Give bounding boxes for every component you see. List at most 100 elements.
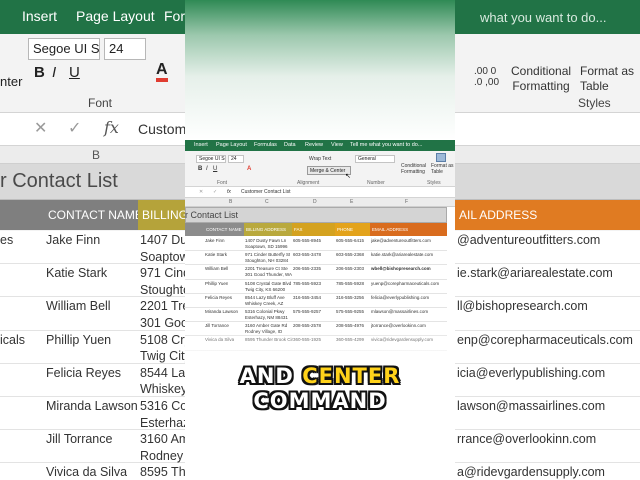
row-cell-email[interactable]: ie.stark@ariarealestate.com xyxy=(457,266,613,280)
mini-cell-phone[interactable]: 206-555-2303 xyxy=(336,266,364,272)
mini-cell-email[interactable]: katie.stark@ariarealestate.com xyxy=(371,252,433,258)
mini-font-size[interactable]: 24 xyxy=(228,155,244,163)
mini-number-format[interactable]: General xyxy=(355,155,395,163)
row-cell-contact-name[interactable]: Felicia Reyes xyxy=(46,366,121,380)
row-cell-email[interactable]: enp@corepharmaceuticals.com xyxy=(457,333,633,347)
mini-cell-billing-address[interactable]: 1407 Dusty Fawn Ln Soaptown, SD 15996 xyxy=(245,238,288,250)
mini-cell-email[interactable]: yuenp@corepharmaceuticals.com xyxy=(371,281,439,287)
mini-cell-fax[interactable]: 208-555-2578 xyxy=(293,323,321,329)
row-cell-contact-name[interactable]: Jill Torrance xyxy=(46,432,112,446)
mini-cell-fax[interactable]: 603-555-3478 xyxy=(293,252,321,258)
font-color-button[interactable]: A xyxy=(156,62,168,82)
mini-header-email[interactable]: EMAIL ADDRESS xyxy=(370,223,447,236)
bold-button[interactable]: B xyxy=(34,64,45,81)
row-cell-billing-address[interactable]: 8544 Laz xyxy=(140,366,191,380)
mini-cell-billing-address[interactable]: 5108 Crystal Gate Blvd Twig City, KS 662… xyxy=(245,281,291,293)
format-as-table-button[interactable]: Format as Table xyxy=(580,64,634,94)
mini-cell-contact-name[interactable]: Phillip Yuen xyxy=(205,281,228,287)
row-cell-contact-name[interactable]: Miranda Lawson xyxy=(46,399,138,413)
mini-cell-billing-address[interactable]: 2201 Treasure Ct Ste 301 Good Thunder, W… xyxy=(245,266,292,278)
mini-col-b[interactable]: B xyxy=(229,199,232,205)
row-cell-billing-address[interactable]: 5108 Cry xyxy=(140,333,191,347)
mini-wrap-text[interactable]: Wrap Text xyxy=(309,156,331,162)
mini-cell-fax[interactable]: 206-555-2335 xyxy=(293,266,321,272)
row-cell-email[interactable]: rrance@overlookinn.com xyxy=(457,432,596,446)
row-cell-email[interactable]: @adventureoutfitters.com xyxy=(457,233,600,247)
tell-me-search[interactable]: what you want to do... xyxy=(480,10,606,25)
header-cell-blank[interactable] xyxy=(0,200,44,230)
insert-function-icon[interactable]: fx xyxy=(104,118,119,137)
mini-cell-contact-name[interactable]: Felicia Reyes xyxy=(205,295,232,301)
mini-fx-icon[interactable]: fx xyxy=(227,189,231,195)
header-contact-name[interactable]: CONTACT NAME xyxy=(44,200,138,230)
sheet-title[interactable]: r Contact List xyxy=(0,170,118,193)
mini-formula-value[interactable]: Customer Contact List xyxy=(241,189,290,195)
header-billing-address[interactable]: BILLING A xyxy=(138,200,185,230)
mini-italic-button[interactable]: I xyxy=(206,166,208,172)
mini-cell-contact-name[interactable]: William Bell xyxy=(205,266,228,272)
row-cell-email[interactable]: lawson@massairlines.com xyxy=(457,399,605,413)
mini-cell-billing-address[interactable]: 971 Cinder Butterfly St Stoughton, NH 03… xyxy=(245,252,290,264)
mini-cell-billing-address[interactable]: 5316 Colonial Pkwy Esterhazy, NM 88431 xyxy=(245,309,288,321)
mini-cell-phone[interactable]: 603-555-2368 xyxy=(336,252,364,258)
header-email-address[interactable]: AIL ADDRESS xyxy=(455,200,640,230)
tab-page-layout[interactable]: Page Layout xyxy=(76,8,155,24)
mini-bold-button[interactable]: B xyxy=(198,166,202,172)
mini-cell-phone[interactable]: 208-555-4976 xyxy=(336,323,364,329)
mini-cell-email[interactable]: mlawson@massairlines.com xyxy=(371,309,428,315)
mini-conditional-formatting[interactable]: Conditional Formatting xyxy=(401,163,426,175)
mini-header-blank[interactable] xyxy=(185,223,204,236)
mini-cell-email[interactable]: wbell@bishopresearch.com xyxy=(371,266,431,272)
mini-cell-billing-address[interactable]: 8544 Lazy Bluff Ave Whiskey Creek, AZ xyxy=(245,295,285,307)
mini-cell-fax[interactable]: 605-555-8945 xyxy=(293,238,321,244)
mini-cell-fax[interactable]: 316-555-3454 xyxy=(293,295,321,301)
mini-header-billing-address[interactable]: BILLING ADDRESS xyxy=(244,223,292,236)
decimal-buttons[interactable]: .00 0 .0 ,00 xyxy=(474,66,499,88)
mini-col-f[interactable]: F xyxy=(405,199,408,205)
enter-icon[interactable]: ✓ xyxy=(68,118,81,138)
mini-tab-formulas[interactable]: Formulas xyxy=(254,142,277,148)
mini-cell-email[interactable]: felicia@everlypublishing.com xyxy=(371,295,429,301)
mini-tab-data[interactable]: Data xyxy=(284,142,296,148)
mini-tab-insert[interactable]: Insert xyxy=(194,142,208,148)
mini-format-as-table[interactable]: Format as Table xyxy=(431,163,454,175)
mini-cell-contact-name[interactable]: Miranda Lawson xyxy=(205,309,238,315)
italic-button[interactable]: I xyxy=(52,64,56,81)
mini-cell-phone[interactable]: 316-555-3256 xyxy=(336,295,364,301)
mini-tab-review[interactable]: Review xyxy=(305,142,323,148)
mini-cell-phone[interactable]: 575-555-9255 xyxy=(336,309,364,315)
mini-tab-page-layout[interactable]: Page Layout xyxy=(216,142,247,148)
font-size-box[interactable]: 24 xyxy=(104,38,146,60)
mini-tab-view[interactable]: View xyxy=(331,142,343,148)
row-cell-company[interactable]: icals xyxy=(0,333,25,347)
mini-cell-contact-name[interactable]: Jake Finn xyxy=(205,238,225,244)
mini-cell-email[interactable]: jake@adventureoutfitters.com xyxy=(371,238,431,244)
mini-header-contact-name[interactable]: CONTACT NAME xyxy=(204,223,244,236)
column-header-b[interactable]: B xyxy=(92,148,100,162)
row-cell-email[interactable]: a@ridevgardensupply.com xyxy=(457,465,605,479)
row-cell-contact-name[interactable]: William Bell xyxy=(46,299,111,313)
mini-col-c[interactable]: C xyxy=(265,199,269,205)
mini-enter-icon[interactable]: ✓ xyxy=(213,189,217,195)
font-name-box[interactable]: Segoe UI Se xyxy=(28,38,100,60)
cancel-icon[interactable]: ✕ xyxy=(34,118,47,138)
mini-font-color-icon[interactable]: A xyxy=(247,166,251,172)
mini-col-e[interactable]: E xyxy=(350,199,353,205)
mini-cancel-icon[interactable]: ✕ xyxy=(199,189,203,195)
row-cell-contact-name[interactable]: Jake Finn xyxy=(46,233,100,247)
conditional-formatting-button[interactable]: Conditional Formatting xyxy=(511,64,571,94)
tab-insert[interactable]: Insert xyxy=(22,8,57,24)
mini-font-name[interactable]: Segoe UI Ser xyxy=(196,155,226,163)
mini-col-d[interactable]: D xyxy=(313,199,317,205)
row-cell-contact-name[interactable]: Vivica da Silva xyxy=(46,465,127,479)
row-cell-contact-name[interactable]: Phillip Yuen xyxy=(46,333,111,347)
mini-sheet-title[interactable]: r Contact List xyxy=(185,210,238,220)
underline-button[interactable]: U xyxy=(69,64,80,81)
row-cell-email[interactable]: icia@everlypublishing.com xyxy=(457,366,605,380)
mini-header-phone[interactable]: PHONE xyxy=(335,223,370,236)
row-cell-company[interactable]: es xyxy=(0,233,13,247)
mini-cell-phone[interactable]: 785-555-5928 xyxy=(336,281,364,287)
mini-cell-fax[interactable]: 785-555-5923 xyxy=(293,281,321,287)
mini-cell-contact-name[interactable]: Jill Torrance xyxy=(205,323,229,329)
mini-cell-phone[interactable]: 605-555-6415 xyxy=(336,238,364,244)
